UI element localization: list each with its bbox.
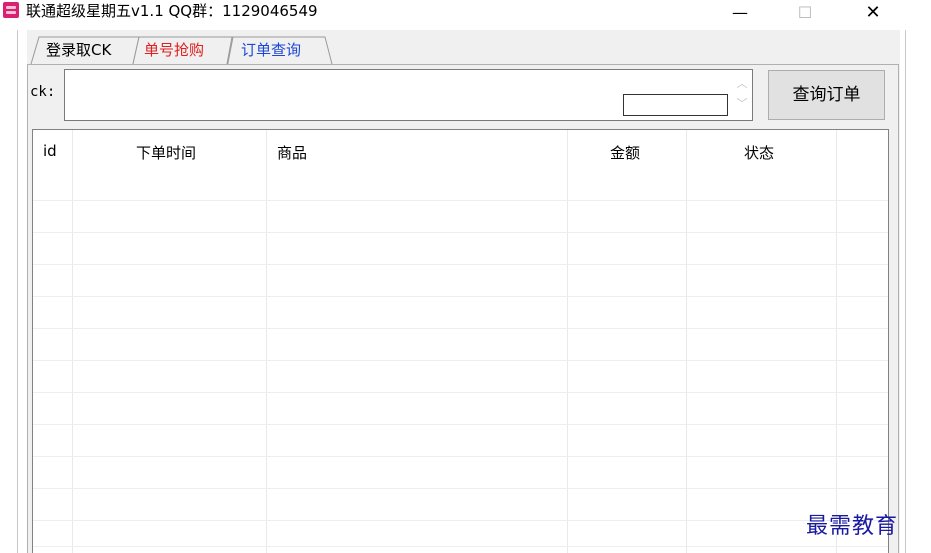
row-divider bbox=[33, 328, 888, 329]
orders-table[interactable]: id 下单时间 商品 金额 状态 bbox=[32, 129, 889, 553]
row-divider bbox=[33, 546, 888, 547]
ck-label: ck: bbox=[30, 84, 56, 100]
column-header-amount[interactable]: 金额 bbox=[610, 142, 640, 163]
window-right-border bbox=[905, 30, 906, 553]
tab-login-ck[interactable]: 登录取CK bbox=[46, 36, 111, 64]
ck-inner-field[interactable] bbox=[623, 94, 728, 116]
row-divider bbox=[33, 200, 888, 201]
maximize-button[interactable]: ☐ bbox=[782, 0, 828, 24]
row-divider bbox=[33, 456, 888, 457]
tab-order-grab[interactable]: 单号抢购 bbox=[144, 36, 204, 64]
row-divider bbox=[33, 296, 888, 297]
app-icon bbox=[3, 2, 19, 18]
column-divider bbox=[72, 130, 73, 553]
column-header-product[interactable]: 商品 bbox=[277, 142, 307, 163]
window-title: 联通超级星期五v1.1 QQ群：1129046549 bbox=[26, 2, 318, 20]
column-header-status[interactable]: 状态 bbox=[744, 142, 774, 163]
tab-order-query[interactable]: 订单查询 bbox=[241, 36, 301, 64]
column-divider bbox=[836, 130, 837, 553]
watermark: 最需教育 bbox=[806, 514, 899, 539]
minimize-button[interactable]: — bbox=[717, 0, 763, 24]
row-divider bbox=[33, 392, 888, 393]
row-divider bbox=[33, 360, 888, 361]
scroll-down-icon[interactable]: ﹀ bbox=[734, 94, 750, 114]
row-divider bbox=[33, 520, 888, 521]
row-divider bbox=[33, 488, 888, 489]
window-left-border bbox=[17, 30, 18, 553]
close-button[interactable]: ✕ bbox=[850, 0, 896, 24]
query-orders-button[interactable]: 查询订单 bbox=[768, 70, 885, 120]
column-header-id[interactable]: id bbox=[43, 142, 57, 160]
row-divider bbox=[33, 232, 888, 233]
column-divider bbox=[686, 130, 687, 553]
column-divider bbox=[266, 130, 267, 553]
row-divider bbox=[33, 424, 888, 425]
column-header-order-time[interactable]: 下单时间 bbox=[136, 142, 196, 163]
scroll-up-icon[interactable]: ︿ bbox=[734, 74, 750, 94]
row-divider bbox=[33, 264, 888, 265]
column-divider bbox=[567, 130, 568, 553]
title-bar: 联通超级星期五v1.1 QQ群：1129046549 — ☐ ✕ bbox=[0, 0, 931, 30]
